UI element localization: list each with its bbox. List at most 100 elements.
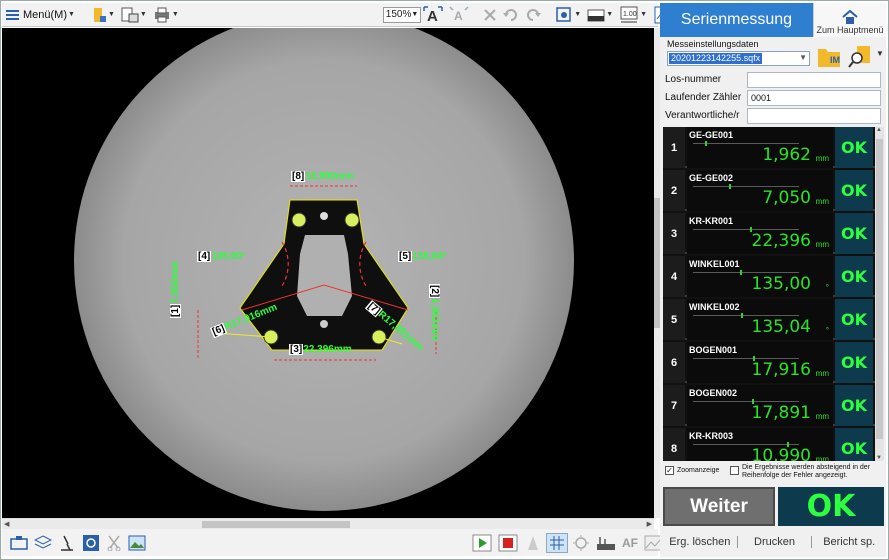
- autofocus-icon: AF: [622, 535, 638, 550]
- label-ge002[interactable]: [1]7,050mm: [170, 261, 181, 318]
- chevron-down-icon: ▼: [574, 11, 582, 18]
- open-folder-button[interactable]: IM: [816, 43, 846, 69]
- label-ge001[interactable]: [2]1,962mm: [429, 284, 440, 341]
- result-index: 4: [663, 256, 685, 297]
- folder-save-icon: [93, 7, 106, 22]
- field-row: Los-nummer: [663, 71, 884, 89]
- result-name: GE-GE001: [689, 130, 734, 140]
- chevron-down-icon: ▼: [139, 11, 147, 18]
- scrollbar-thumb[interactable]: [202, 521, 350, 528]
- chevron-down-icon[interactable]: ▼: [876, 49, 884, 58]
- redo-button[interactable]: [523, 5, 543, 25]
- tolerance-marker: [740, 313, 743, 318]
- scroll-down-icon[interactable]: ▼: [876, 455, 882, 461]
- image-button[interactable]: [126, 533, 148, 553]
- contrast-button[interactable]: ▼: [585, 5, 615, 25]
- result-index: 6: [663, 342, 685, 383]
- result-index: 1: [663, 127, 685, 168]
- result-row[interactable]: 7 BOGEN002 17,891 mm OK: [663, 385, 875, 426]
- print-button[interactable]: ▼: [151, 5, 181, 25]
- results-list[interactable]: 1 GE-GE001 1,962 mm OK 2 GE-GE002 7,050 mm OK 3 KR-…: [663, 127, 875, 461]
- scissors-button[interactable]: [104, 533, 124, 553]
- home-button[interactable]: Zum Hauptmenü: [813, 3, 886, 37]
- ruler-button[interactable]: [594, 533, 618, 553]
- operator-input[interactable]: [747, 108, 881, 124]
- tolerance-scale: [693, 356, 799, 361]
- rotate-icon: [83, 534, 99, 551]
- calibration-button[interactable]: 1.00 ▼: [617, 5, 649, 25]
- scissors-icon: [107, 535, 121, 551]
- layers-button[interactable]: [32, 533, 54, 553]
- label-kr001[interactable]: [3]22,396mm: [289, 344, 352, 355]
- delete-button[interactable]: [481, 5, 499, 25]
- rotate-button[interactable]: [80, 533, 102, 553]
- search-file-button[interactable]: [847, 43, 873, 69]
- next-button[interactable]: Weiter: [663, 487, 775, 526]
- result-value: 17,916: [751, 360, 811, 380]
- results-scrollbar[interactable]: ▲ ▼: [875, 127, 884, 461]
- result-row[interactable]: 5 WINKEL002 135,04 ° OK: [663, 299, 875, 340]
- grid-button[interactable]: [546, 532, 568, 553]
- light-icon: [573, 534, 589, 551]
- play-button[interactable]: [470, 533, 494, 553]
- print-results-button[interactable]: Drucken: [736, 536, 812, 548]
- label-winkel001[interactable]: [4]135,00°: [197, 251, 246, 262]
- lot-number-input[interactable]: [747, 72, 881, 88]
- counter-input[interactable]: 0001: [747, 90, 881, 106]
- export-button[interactable]: ▼: [119, 5, 149, 25]
- result-row[interactable]: 3 KR-KR001 22,396 mm OK: [663, 213, 875, 254]
- zoom-in-button[interactable]: A: [421, 5, 445, 25]
- save-report-button[interactable]: Bericht sp.: [811, 536, 886, 548]
- result-status-badge: OK: [835, 170, 873, 211]
- scroll-left-icon[interactable]: ◀: [4, 520, 9, 528]
- result-status-badge: OK: [835, 213, 873, 254]
- save-button[interactable]: ▼: [89, 5, 117, 25]
- zoom-value: 150%: [385, 9, 412, 20]
- light-button[interactable]: [570, 533, 592, 553]
- result-row[interactable]: 4 WINKEL001 135,00 ° OK: [663, 256, 875, 297]
- microscope-button[interactable]: [56, 533, 78, 553]
- result-name: WINKEL002: [689, 302, 740, 312]
- viewport-horizontal-scrollbar[interactable]: ◀ ▶: [2, 518, 654, 529]
- result-index: 7: [663, 385, 685, 426]
- result-status-badge: OK: [835, 385, 873, 426]
- zoom-fit-button[interactable]: A: [447, 5, 471, 25]
- clear-results-button[interactable]: Erg. löschen: [663, 536, 737, 548]
- scroll-right-icon[interactable]: ▶: [647, 520, 652, 528]
- measure-tool-button[interactable]: ▼: [553, 5, 583, 25]
- result-row[interactable]: 8 KR-KR003 10,990 mm OK: [663, 428, 875, 461]
- calibration-icon: 1.00: [620, 6, 638, 22]
- zoom-checkbox-label: Zoomanzeige: [677, 467, 720, 474]
- scrollbar-thumb[interactable]: [876, 139, 883, 439]
- result-body: WINKEL001 135,00 °: [687, 256, 833, 297]
- chevron-down-icon: ▼: [171, 11, 179, 18]
- stop-button[interactable]: [496, 533, 520, 553]
- label-winkel002[interactable]: [5]135,04°: [398, 251, 447, 262]
- result-row[interactable]: 6 BOGEN001 17,916 mm OK: [663, 342, 875, 383]
- camera-button[interactable]: [8, 533, 30, 553]
- field-row: Verantwortliche/r: [663, 107, 884, 125]
- chevron-down-icon: ▼: [107, 11, 115, 18]
- scroll-up-icon[interactable]: ▲: [876, 127, 882, 133]
- spotlight-button[interactable]: [522, 533, 544, 553]
- undo-button[interactable]: [501, 5, 521, 25]
- menu-button[interactable]: Menü(M) ▼: [2, 5, 79, 25]
- image-viewport[interactable]: [8]10,990mm [4]135,00° [5]135,04° [1]7,0…: [2, 28, 654, 518]
- result-row[interactable]: 1 GE-GE001 1,962 mm OK: [663, 127, 875, 168]
- zoom-select[interactable]: 150% ▼: [382, 6, 422, 23]
- label-kr003[interactable]: [8]10,990mm: [291, 171, 354, 182]
- lot-fields: Los-nummer Laufender Zähler 0001 Verantw…: [663, 71, 884, 125]
- autofocus-button[interactable]: AF: [620, 533, 640, 553]
- result-row[interactable]: 2 GE-GE002 7,050 mm OK: [663, 170, 875, 211]
- result-name: KR-KR003: [689, 431, 734, 441]
- chevron-down-icon: ▼: [640, 11, 648, 18]
- chevron-down-icon: ▼: [606, 11, 614, 18]
- microscope-icon: [61, 535, 73, 551]
- result-unit: mm: [815, 455, 829, 461]
- settings-file-select[interactable]: 20201223142255.sqfx ▼: [667, 51, 810, 66]
- result-unit: mm: [815, 240, 829, 249]
- tolerance-scale: [693, 313, 799, 318]
- result-unit: mm: [815, 369, 829, 378]
- sort-checkbox[interactable]: [730, 466, 739, 475]
- zoom-checkbox[interactable]: ✓: [665, 466, 674, 475]
